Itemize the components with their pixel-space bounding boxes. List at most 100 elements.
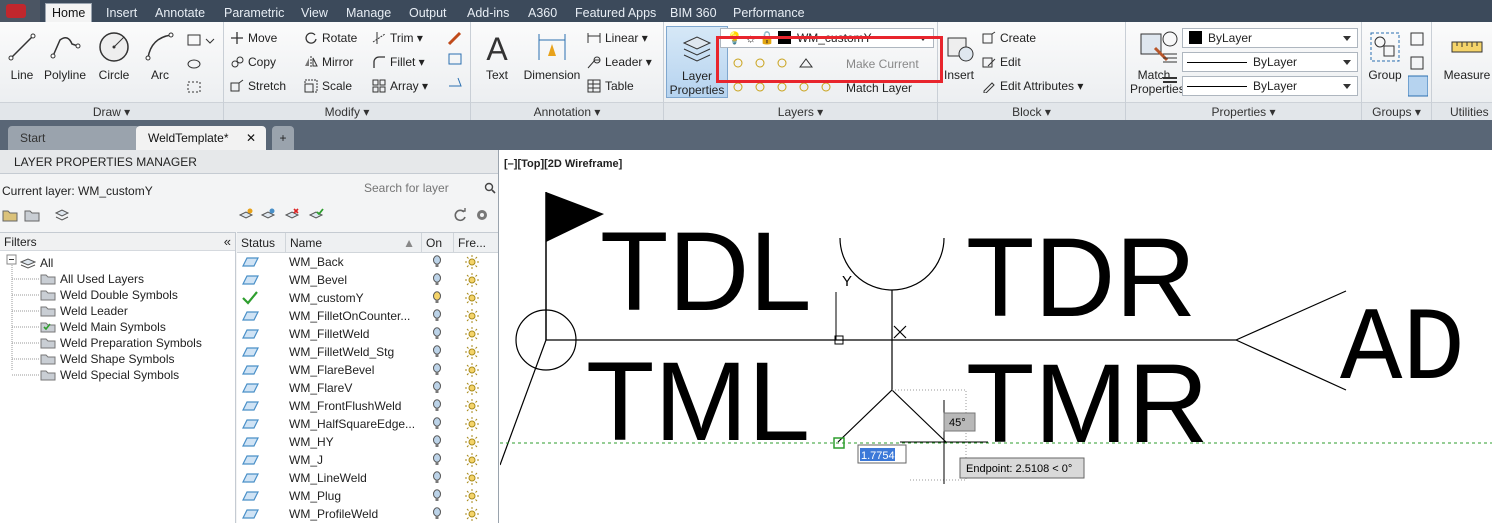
fillet-button[interactable]: Fillet ▾ <box>372 52 425 72</box>
tab-featured-apps[interactable]: Featured Apps <box>575 4 656 22</box>
layer-row[interactable]: WM_FlareBevel <box>237 361 498 379</box>
tab-weldtemplate[interactable]: WeldTemplate* ✕ <box>136 126 266 150</box>
sun-icon[interactable] <box>465 327 479 341</box>
table-button[interactable]: Table <box>587 76 634 96</box>
mirror-button[interactable]: Mirror <box>304 52 353 72</box>
layer-row[interactable]: WM_FlareV <box>237 379 498 397</box>
move-button[interactable]: Move <box>230 28 277 48</box>
column-status[interactable]: Status <box>237 233 286 253</box>
draw-tools-icon[interactable] <box>186 32 216 98</box>
search-icon[interactable] <box>484 182 496 194</box>
insert-block-button[interactable]: Insert <box>940 30 978 82</box>
polyline-button[interactable]: Polyline <box>42 30 88 82</box>
tab-view[interactable]: View <box>301 4 328 22</box>
linetype-dropdown[interactable]: ByLayer <box>1182 52 1358 72</box>
tree-item[interactable]: Weld Preparation Symbols <box>40 335 202 351</box>
groups-panel-title[interactable]: Groups ▾ <box>1362 102 1431 120</box>
color-dropdown[interactable]: ByLayer <box>1182 28 1358 48</box>
sun-icon[interactable] <box>465 291 479 305</box>
lightbulb-icon[interactable] <box>432 417 442 431</box>
layer-row[interactable]: WM_Plug <box>237 487 498 505</box>
tab-insert[interactable]: Insert <box>106 4 137 22</box>
close-icon[interactable]: ✕ <box>246 126 256 150</box>
lightbulb-icon[interactable] <box>432 273 442 287</box>
lightbulb-icon[interactable] <box>432 363 442 377</box>
tree-item[interactable]: All Used Layers <box>40 271 144 287</box>
tree-item[interactable]: Weld Special Symbols <box>40 367 179 383</box>
properties-panel-title[interactable]: Properties ▾ <box>1126 102 1361 120</box>
lightbulb-icon[interactable] <box>432 345 442 359</box>
measure-button[interactable]: Measure <box>1442 30 1492 82</box>
layer-search-input[interactable] <box>364 178 496 198</box>
layer-row[interactable]: WM_Back <box>237 253 498 271</box>
sun-icon[interactable] <box>465 435 479 449</box>
tab-bim360[interactable]: BIM 360 <box>670 4 717 22</box>
block-panel-title[interactable]: Block ▾ <box>938 102 1125 120</box>
layer-states-icon[interactable] <box>54 208 70 222</box>
layer-row[interactable]: WM_HY <box>237 433 498 451</box>
lightbulb-icon[interactable] <box>432 399 442 413</box>
new-property-filter-icon[interactable] <box>2 208 18 222</box>
copy-button[interactable]: Copy <box>230 52 276 72</box>
tree-item[interactable]: Weld Leader <box>40 303 128 319</box>
sun-icon[interactable] <box>465 417 479 431</box>
layer-row[interactable]: WM_FilletWeld_Stg <box>237 343 498 361</box>
new-layer-icon[interactable] <box>238 208 254 222</box>
line-button[interactable]: Line <box>4 30 40 82</box>
layer-row[interactable]: WM_FrontFlushWeld <box>237 397 498 415</box>
layer-row[interactable]: WM_HalfSquareEdge... <box>237 415 498 433</box>
sun-icon[interactable] <box>465 399 479 413</box>
tab-parametric[interactable]: Parametric <box>224 4 284 22</box>
column-name[interactable]: Name ▲ <box>286 233 422 253</box>
layers-panel-title[interactable]: Layers ▾ <box>664 102 937 120</box>
tab-a360[interactable]: A360 <box>528 4 557 22</box>
scale-button[interactable]: Scale <box>304 76 352 96</box>
tree-item[interactable]: Weld Double Symbols <box>40 287 178 303</box>
layer-row[interactable]: WM_J <box>237 451 498 469</box>
layer-row[interactable]: WM_LineWeld <box>237 469 498 487</box>
layer-row[interactable]: WM_FilletWeld <box>237 325 498 343</box>
annotation-panel-title[interactable]: Annotation ▾ <box>471 102 663 120</box>
application-menu-button[interactable] <box>0 0 40 22</box>
lightbulb-icon[interactable] <box>432 309 442 323</box>
refresh-icon[interactable] <box>452 208 468 222</box>
lightbulb-icon[interactable] <box>432 327 442 341</box>
layer-row[interactable]: WM_FilletOnCounter... <box>237 307 498 325</box>
set-current-icon[interactable] <box>308 208 324 222</box>
draw-panel-title[interactable]: Draw ▾ <box>0 102 223 120</box>
tab-manage[interactable]: Manage <box>346 4 391 22</box>
leader-button[interactable]: Leader ▾ <box>587 52 652 72</box>
dimension-button[interactable]: Dimension <box>521 30 583 82</box>
tab-performance[interactable]: Performance <box>733 4 805 22</box>
linear-dimension-button[interactable]: Linear ▾ <box>587 28 648 48</box>
new-tab-button[interactable]: + <box>272 126 294 150</box>
modify-panel-title[interactable]: Modify ▾ <box>224 102 470 120</box>
group-button[interactable]: Group <box>1364 30 1406 82</box>
tree-item[interactable]: Weld Main Symbols <box>40 319 166 335</box>
sun-icon[interactable] <box>465 255 479 269</box>
lightbulb-icon[interactable] <box>432 381 442 395</box>
edit-attributes-button[interactable]: Edit Attributes ▾ <box>982 76 1083 96</box>
delete-layer-icon[interactable] <box>284 208 300 222</box>
lightbulb-icon[interactable] <box>432 507 442 521</box>
new-group-filter-icon[interactable] <box>24 208 40 222</box>
column-freeze[interactable]: Fre... <box>454 233 498 253</box>
sun-icon[interactable] <box>465 309 479 323</box>
text-button[interactable]: A Text <box>477 30 517 82</box>
array-button[interactable]: Array ▾ <box>372 76 428 96</box>
edit-block-button[interactable]: Edit <box>982 52 1021 72</box>
new-layer-vp-frozen-icon[interactable] <box>260 208 276 222</box>
sun-icon[interactable] <box>465 453 479 467</box>
sun-icon[interactable] <box>465 507 479 521</box>
lightbulb-icon[interactable] <box>432 435 442 449</box>
sun-icon[interactable] <box>465 471 479 485</box>
sun-icon[interactable] <box>465 345 479 359</box>
tab-home[interactable]: Home <box>45 3 93 22</box>
tab-addins[interactable]: Add-ins <box>467 4 509 22</box>
settings-gear-icon[interactable] <box>474 208 490 222</box>
tab-output[interactable]: Output <box>409 4 447 22</box>
stretch-button[interactable]: Stretch <box>230 76 286 96</box>
circle-button[interactable]: Circle <box>94 30 134 82</box>
lightbulb-icon[interactable] <box>432 489 442 503</box>
lineweight-dropdown[interactable]: ByLayer <box>1182 76 1358 96</box>
